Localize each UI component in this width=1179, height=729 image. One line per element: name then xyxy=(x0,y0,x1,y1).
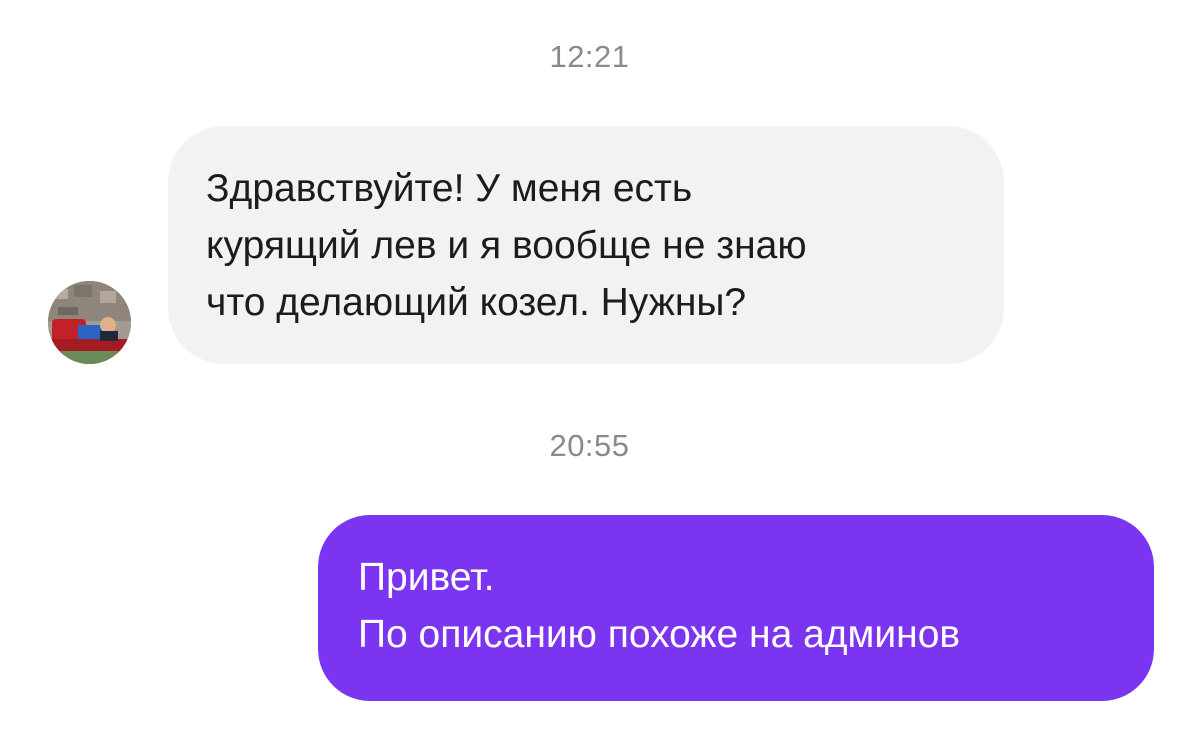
message-text-line: По описанию похоже на админов xyxy=(358,613,961,656)
timestamp: 20:55 xyxy=(549,428,630,463)
sender-avatar[interactable] xyxy=(48,281,131,364)
message-text-line: курящий лев и я вообще не знаю xyxy=(206,224,807,267)
timestamp: 12:21 xyxy=(549,39,630,74)
message-text-line: что делающий козел. Нужны? xyxy=(206,281,747,324)
message-text-line: Привет. xyxy=(358,556,495,599)
incoming-message-bubble[interactable]: Здравствуйте! У меня есть курящий лев и … xyxy=(168,126,1004,364)
message-text-line: Здравствуйте! У меня есть xyxy=(206,167,693,210)
outgoing-message-bubble[interactable]: Привет. По описанию похоже на админов xyxy=(318,515,1154,701)
avatar-photo-icon xyxy=(48,281,131,364)
